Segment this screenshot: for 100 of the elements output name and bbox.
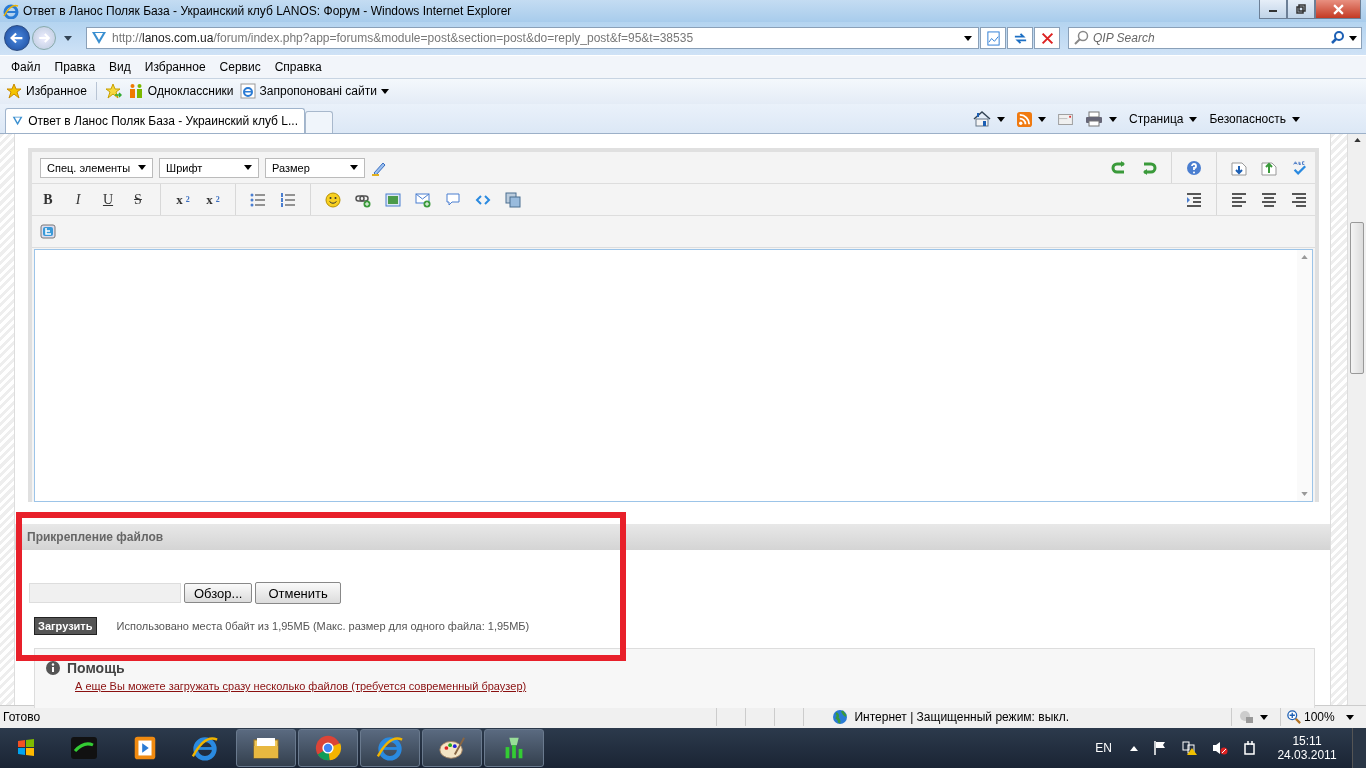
internet-explorer-icon xyxy=(376,734,404,762)
menu-item[interactable]: Правка xyxy=(47,59,103,74)
usage-text: Использовано места 0байт из 1,95МБ (Макс. размер для одного файла: 1,95МБ) xyxy=(116,620,530,633)
help-icon[interactable] xyxy=(1186,159,1202,176)
star-icon xyxy=(6,83,22,100)
explorer-button[interactable] xyxy=(236,729,296,767)
indent-icon[interactable] xyxy=(1186,191,1202,208)
format-button[interactable]: U xyxy=(100,191,116,208)
format-select[interactable]: Спец. элементы xyxy=(40,157,154,178)
scroll-up-icon[interactable] xyxy=(1353,138,1361,143)
people-icon xyxy=(127,83,144,100)
caret-icon[interactable] xyxy=(964,35,972,41)
multi-upload-link[interactable]: А еще Вы можете загружать сразу несколько файлов (требуется современный браузер) xyxy=(75,680,527,693)
bulleted-list-icon[interactable] xyxy=(250,191,266,208)
windows-icon[interactable] xyxy=(505,191,521,208)
command-menu[interactable]: Страница xyxy=(1129,112,1198,127)
twitter-icon[interactable] xyxy=(40,223,56,240)
search-input[interactable]: QIP Search xyxy=(1093,29,1325,48)
security-zone-text: Интернет | Защищенный режим: выкл. xyxy=(854,710,1069,725)
format-select[interactable]: Размер xyxy=(265,157,366,178)
align-left-icon[interactable] xyxy=(1231,191,1247,208)
caret-icon[interactable] xyxy=(1349,35,1357,41)
spellcheck-icon[interactable] xyxy=(1291,159,1307,176)
caret-icon xyxy=(997,116,1006,122)
caret-icon xyxy=(1346,714,1354,720)
paint-button[interactable] xyxy=(422,729,482,767)
feeds-button[interactable] xyxy=(1017,111,1047,127)
info-icon xyxy=(45,660,61,677)
format-button[interactable]: S xyxy=(130,191,146,208)
chrome-button[interactable] xyxy=(298,729,358,767)
add-favorite-icon[interactable] xyxy=(105,83,122,100)
scroll-thumb[interactable] xyxy=(1350,222,1364,375)
internet-explorer-button[interactable] xyxy=(360,729,420,767)
favorites-button[interactable]: Избранное xyxy=(6,80,87,103)
menu-item[interactable]: Сервис xyxy=(212,59,268,74)
language-indicator[interactable]: EN xyxy=(1095,741,1112,755)
stop-button[interactable] xyxy=(1034,27,1060,50)
format-select[interactable]: Шрифт xyxy=(159,157,260,178)
palette-icon xyxy=(438,734,466,762)
favorite-link[interactable]: Запропоновані сайти xyxy=(239,80,389,103)
browse-button[interactable]: Обзор... xyxy=(184,583,253,604)
cancel-button[interactable]: Отменить xyxy=(255,582,341,605)
zoom-button[interactable]: 100% xyxy=(1280,708,1360,727)
taskbar-app-button[interactable] xyxy=(484,729,544,767)
image-icon[interactable] xyxy=(385,191,401,208)
align-center-icon[interactable] xyxy=(1261,191,1277,208)
download-icon[interactable] xyxy=(1231,159,1247,176)
caret-icon xyxy=(1109,116,1118,122)
refresh-icon xyxy=(1012,30,1028,46)
caret-icon xyxy=(244,165,253,171)
home-button[interactable] xyxy=(973,111,1006,128)
caret-icon[interactable] xyxy=(64,35,72,41)
menu-item[interactable]: Вид xyxy=(102,59,138,74)
restore-button[interactable] xyxy=(1287,0,1315,19)
clock-date[interactable]: 24.03.2011 xyxy=(1277,748,1337,762)
clock-time[interactable]: 15:11 xyxy=(1292,734,1322,748)
section-header: Прикрепление файлов xyxy=(15,524,1330,551)
windows-logo-icon xyxy=(16,738,36,758)
close-button[interactable] xyxy=(1315,0,1361,19)
chrome-icon xyxy=(314,734,342,762)
upload-button[interactable]: Загрузить xyxy=(34,617,97,636)
upload-icon[interactable] xyxy=(1261,159,1277,176)
menu-item[interactable]: Справка xyxy=(267,59,329,74)
print-button[interactable] xyxy=(1085,111,1118,128)
format-button[interactable]: B xyxy=(40,191,56,208)
format-button[interactable]: I xyxy=(70,191,86,208)
favorite-link[interactable]: Одноклассники xyxy=(127,80,234,103)
search-field[interactable]: QIP Search xyxy=(1068,27,1362,50)
smiley-icon[interactable] xyxy=(325,191,341,208)
envelope-icon xyxy=(1058,113,1074,125)
address-field[interactable]: http://lanos.com.ua/forum/index.php?app=forums&module=post&section=post&do=reply_post&f=95&t=38535 xyxy=(86,27,979,50)
back-button[interactable] xyxy=(4,25,30,52)
scrollbar[interactable] xyxy=(1347,134,1366,706)
numbered-list-icon[interactable] xyxy=(280,191,296,208)
restore-icon xyxy=(1296,4,1306,14)
menu-item[interactable]: Избранное xyxy=(137,59,213,74)
search-icon xyxy=(1073,30,1089,47)
network-warning-icon[interactable] xyxy=(1182,740,1198,756)
minimize-button[interactable] xyxy=(1259,0,1287,19)
muted-speaker-icon[interactable] xyxy=(1212,740,1228,756)
show-hidden-icons-icon[interactable] xyxy=(1130,745,1138,751)
menu-item[interactable]: Файл xyxy=(4,59,48,74)
browser-tab[interactable]: Ответ в Ланос Поляк База - Украинский клуб L... xyxy=(5,108,305,134)
align-right-icon[interactable] xyxy=(1291,191,1307,208)
email-icon[interactable] xyxy=(415,191,431,208)
command-menu[interactable]: Безопасность xyxy=(1209,112,1300,127)
refresh-button[interactable] xyxy=(1007,27,1033,50)
home-icon xyxy=(973,111,992,128)
file-path-field[interactable] xyxy=(29,583,181,604)
internet-explorer-icon[interactable] xyxy=(191,734,219,762)
caret-icon xyxy=(350,165,359,171)
close-icon xyxy=(1332,3,1344,15)
compatibility-button[interactable] xyxy=(980,27,1006,50)
ie-page-icon xyxy=(239,83,256,100)
quote-icon[interactable] xyxy=(445,191,461,208)
flag-icon[interactable] xyxy=(1152,740,1168,756)
undo-icon[interactable] xyxy=(1111,159,1127,176)
power-plug-icon[interactable] xyxy=(1242,740,1258,756)
scrollbar[interactable] xyxy=(1297,250,1312,502)
scroll-down-icon[interactable] xyxy=(1301,492,1308,497)
